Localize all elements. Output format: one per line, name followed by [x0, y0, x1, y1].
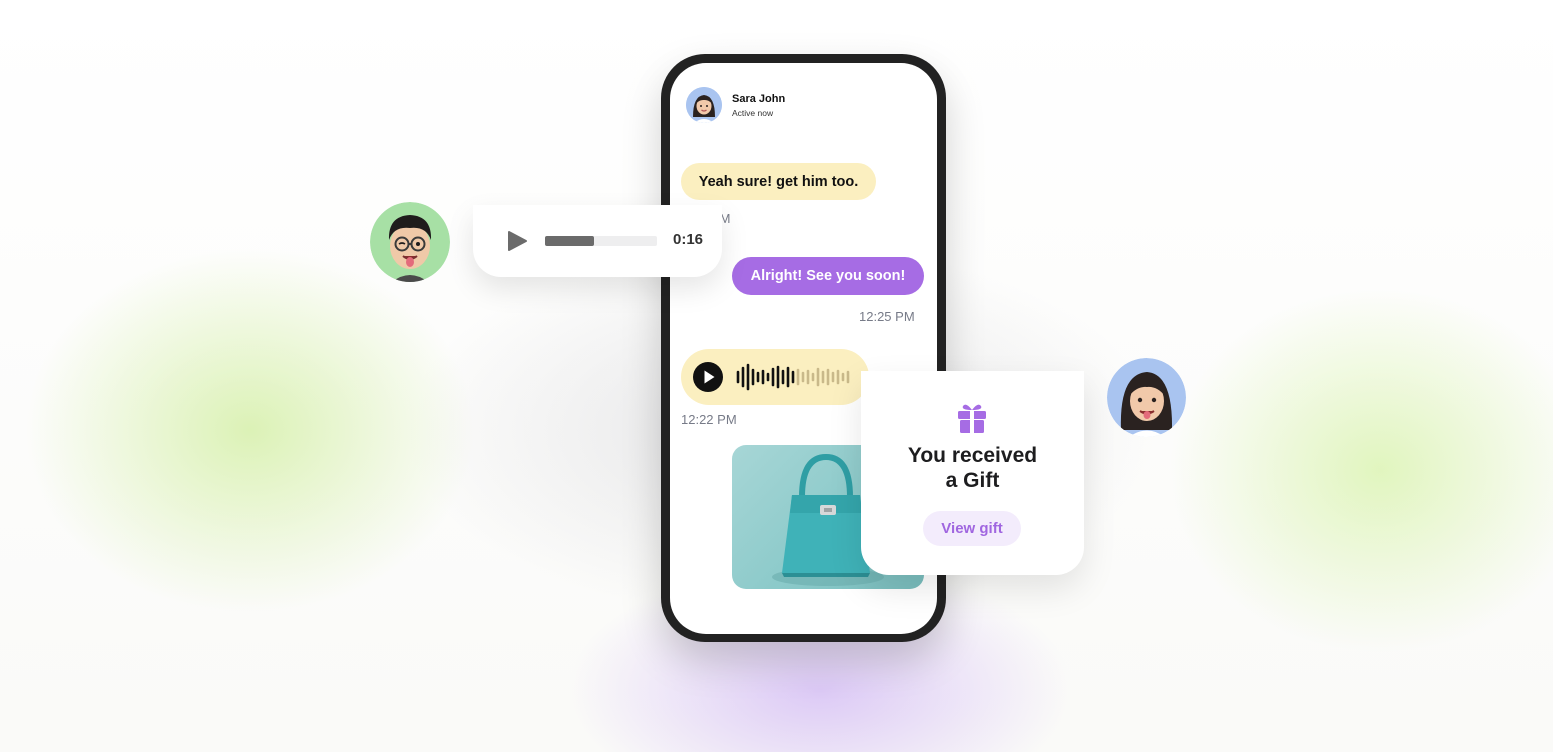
contact-status: Active now: [732, 108, 774, 118]
user-avatar-left[interactable]: [370, 202, 450, 282]
gift-card: You received a Gift View gift: [861, 371, 1084, 575]
contact-avatar-image: [686, 87, 722, 123]
message-bubble-outgoing[interactable]: Alright! See you soon!: [732, 257, 924, 295]
play-icon: [704, 370, 715, 384]
play-button[interactable]: [693, 362, 723, 392]
voice-message-card[interactable]: 0:16: [473, 205, 722, 277]
waveform-icon: [736, 363, 850, 391]
audio-progress-fill: [545, 236, 594, 246]
gift-title-line1: You received: [907, 444, 1038, 467]
avatar-image: [1107, 358, 1186, 437]
message-text: Yeah sure! get him too.: [698, 173, 859, 190]
voice-message-bubble[interactable]: [681, 349, 869, 405]
gift-title: You received a Gift: [861, 443, 1084, 493]
contact-avatar[interactable]: [686, 87, 722, 123]
view-gift-button[interactable]: View gift: [923, 511, 1021, 546]
message-bubble-incoming[interactable]: Yeah sure! get him too.: [681, 163, 876, 200]
gift-icon: [958, 404, 986, 433]
contact-name: Sara John: [732, 93, 786, 105]
message-text: Alright! See you soon!: [750, 268, 906, 284]
message-time: 12:22 PM: [681, 412, 737, 427]
audio-duration: 0:16: [673, 231, 704, 248]
user-avatar-right[interactable]: [1107, 358, 1186, 437]
avatar-image: [370, 202, 450, 282]
play-icon[interactable]: [506, 230, 528, 252]
message-time: 12:25 PM: [859, 309, 915, 324]
gift-title-line2: a Gift: [945, 469, 1000, 492]
